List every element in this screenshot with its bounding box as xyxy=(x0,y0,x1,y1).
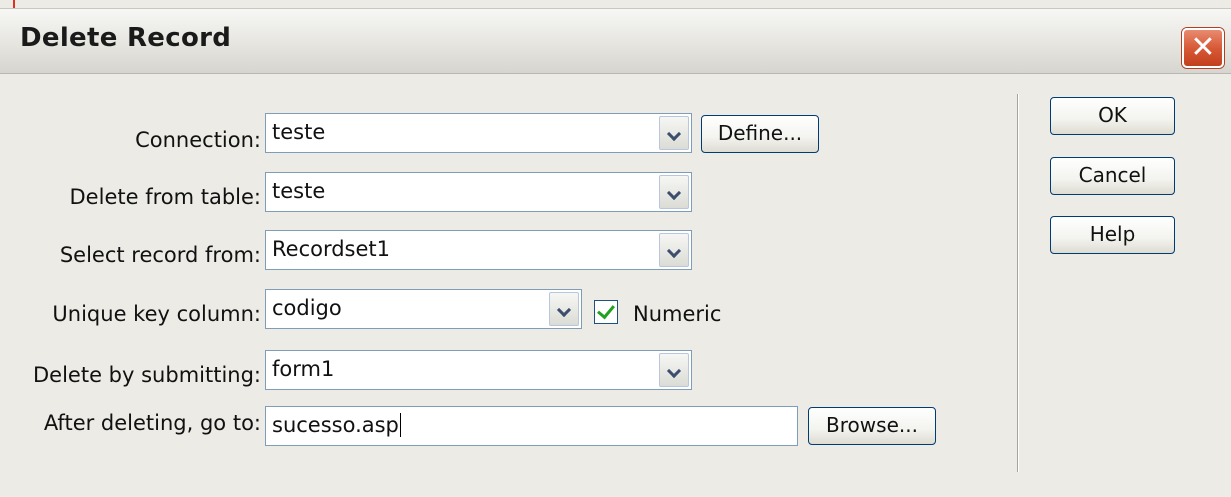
title-bar[interactable]: Delete Record ✕ xyxy=(0,8,1231,74)
delete-by-submitting-select[interactable]: form1 xyxy=(265,350,692,390)
delete-from-table-label: Delete from table: xyxy=(69,185,261,209)
after-deleting-input[interactable]: sucesso.asp xyxy=(265,406,798,446)
chevron-down-icon[interactable] xyxy=(659,233,689,267)
delete-from-table-select[interactable]: teste xyxy=(265,172,692,212)
unique-key-column-select[interactable]: codigo xyxy=(265,289,582,329)
select-record-from-select[interactable]: Recordset1 xyxy=(265,230,692,270)
numeric-checkbox[interactable] xyxy=(594,300,618,324)
edge-marker xyxy=(13,0,15,8)
delete-by-submitting-label: Delete by submitting: xyxy=(33,363,261,387)
cancel-button[interactable]: Cancel xyxy=(1050,157,1175,195)
connection-label: Connection: xyxy=(135,128,261,152)
after-deleting-label: After deleting, go to: xyxy=(43,411,261,435)
connection-value: teste xyxy=(272,120,326,144)
select-record-from-label: Select record from: xyxy=(59,243,261,267)
define-button[interactable]: Define... xyxy=(701,115,819,153)
close-icon[interactable]: ✕ xyxy=(1182,28,1224,68)
help-button[interactable]: Help xyxy=(1050,216,1175,254)
delete-record-dialog: Delete Record ✕ Connection: teste Define… xyxy=(0,0,1231,497)
ok-button[interactable]: OK xyxy=(1050,97,1175,135)
delete-by-submitting-value: form1 xyxy=(272,357,335,381)
vertical-divider xyxy=(1017,94,1019,472)
chevron-down-icon[interactable] xyxy=(659,175,689,209)
chevron-down-icon[interactable] xyxy=(659,353,689,387)
unique-key-column-value: codigo xyxy=(272,296,342,320)
browse-button[interactable]: Browse... xyxy=(808,407,936,445)
chevron-down-icon[interactable] xyxy=(659,116,689,150)
dialog-title: Delete Record xyxy=(20,23,232,53)
after-deleting-value: sucesso.asp xyxy=(272,413,401,437)
chevron-down-icon[interactable] xyxy=(549,292,579,326)
numeric-label[interactable]: Numeric xyxy=(633,302,721,326)
select-record-from-value: Recordset1 xyxy=(272,237,391,261)
unique-key-column-label: Unique key column: xyxy=(52,302,261,326)
connection-select[interactable]: teste xyxy=(265,113,692,153)
delete-from-table-value: teste xyxy=(272,179,326,203)
